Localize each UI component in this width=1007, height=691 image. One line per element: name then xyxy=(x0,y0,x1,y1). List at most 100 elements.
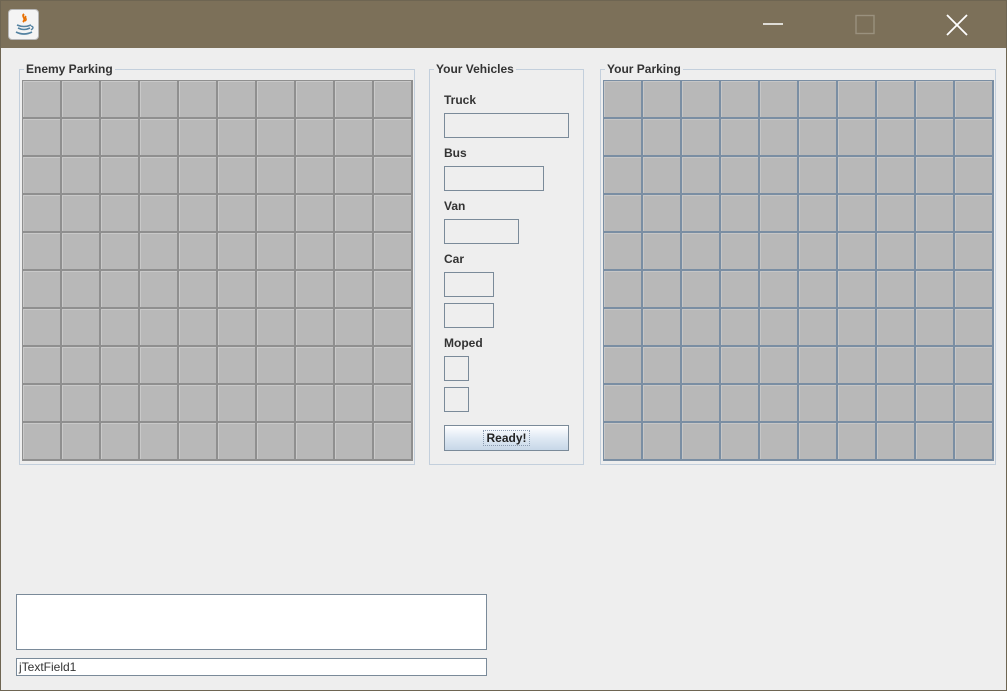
enemy-parking-cell[interactable] xyxy=(23,423,60,459)
your-parking-cell[interactable] xyxy=(877,423,914,459)
enemy-parking-cell[interactable] xyxy=(62,423,99,459)
your-parking-cell[interactable] xyxy=(682,233,719,269)
enemy-parking-cell[interactable] xyxy=(140,423,177,459)
bus-slot[interactable] xyxy=(444,166,544,191)
ready-button[interactable]: Ready! xyxy=(444,425,569,451)
enemy-parking-cell[interactable] xyxy=(140,81,177,117)
enemy-parking-cell[interactable] xyxy=(23,309,60,345)
your-parking-cell[interactable] xyxy=(955,423,992,459)
enemy-parking-cell[interactable] xyxy=(101,81,138,117)
enemy-parking-cell[interactable] xyxy=(296,81,333,117)
your-parking-cell[interactable] xyxy=(877,309,914,345)
your-parking-cell[interactable] xyxy=(799,195,836,231)
your-parking-cell[interactable] xyxy=(799,81,836,117)
enemy-parking-cell[interactable] xyxy=(179,271,216,307)
enemy-parking-cell[interactable] xyxy=(335,195,372,231)
enemy-parking-cell[interactable] xyxy=(62,119,99,155)
your-parking-cell[interactable] xyxy=(877,347,914,383)
your-parking-cell[interactable] xyxy=(604,81,641,117)
message-text-area[interactable] xyxy=(16,594,487,650)
enemy-parking-cell[interactable] xyxy=(374,309,411,345)
your-parking-cell[interactable] xyxy=(838,347,875,383)
enemy-parking-cell[interactable] xyxy=(101,119,138,155)
input-text-field[interactable]: jTextField1 xyxy=(16,658,487,676)
enemy-parking-cell[interactable] xyxy=(101,271,138,307)
your-parking-cell[interactable] xyxy=(760,347,797,383)
your-parking-cell[interactable] xyxy=(838,195,875,231)
enemy-parking-cell[interactable] xyxy=(335,271,372,307)
your-parking-cell[interactable] xyxy=(760,423,797,459)
your-parking-cell[interactable] xyxy=(799,119,836,155)
enemy-parking-cell[interactable] xyxy=(218,271,255,307)
enemy-parking-cell[interactable] xyxy=(23,81,60,117)
your-parking-cell[interactable] xyxy=(916,347,953,383)
your-parking-cell[interactable] xyxy=(916,195,953,231)
enemy-parking-cell[interactable] xyxy=(179,195,216,231)
your-parking-cell[interactable] xyxy=(721,423,758,459)
enemy-parking-cell[interactable] xyxy=(257,271,294,307)
enemy-parking-cell[interactable] xyxy=(179,347,216,383)
enemy-parking-cell[interactable] xyxy=(296,423,333,459)
enemy-parking-cell[interactable] xyxy=(179,119,216,155)
enemy-parking-cell[interactable] xyxy=(23,347,60,383)
your-parking-cell[interactable] xyxy=(682,81,719,117)
enemy-parking-cell[interactable] xyxy=(257,119,294,155)
your-parking-cell[interactable] xyxy=(682,347,719,383)
your-parking-cell[interactable] xyxy=(955,347,992,383)
your-parking-cell[interactable] xyxy=(643,81,680,117)
your-parking-cell[interactable] xyxy=(955,157,992,193)
enemy-parking-cell[interactable] xyxy=(296,195,333,231)
truck-slot[interactable] xyxy=(444,113,569,138)
enemy-parking-cell[interactable] xyxy=(101,423,138,459)
enemy-parking-cell[interactable] xyxy=(374,119,411,155)
enemy-parking-cell[interactable] xyxy=(296,119,333,155)
enemy-parking-cell[interactable] xyxy=(374,81,411,117)
your-parking-cell[interactable] xyxy=(916,385,953,421)
your-parking-cell[interactable] xyxy=(604,423,641,459)
maximize-button[interactable] xyxy=(842,1,888,48)
enemy-parking-cell[interactable] xyxy=(374,347,411,383)
moped-slot-1[interactable] xyxy=(444,356,469,381)
enemy-parking-cell[interactable] xyxy=(296,271,333,307)
your-parking-cell[interactable] xyxy=(916,423,953,459)
your-parking-cell[interactable] xyxy=(955,195,992,231)
enemy-parking-cell[interactable] xyxy=(101,157,138,193)
your-parking-cell[interactable] xyxy=(877,81,914,117)
your-parking-cell[interactable] xyxy=(604,271,641,307)
your-parking-cell[interactable] xyxy=(604,157,641,193)
enemy-parking-cell[interactable] xyxy=(179,309,216,345)
your-parking-cell[interactable] xyxy=(643,347,680,383)
enemy-parking-cell[interactable] xyxy=(257,309,294,345)
your-parking-cell[interactable] xyxy=(760,271,797,307)
enemy-parking-cell[interactable] xyxy=(335,157,372,193)
enemy-parking-cell[interactable] xyxy=(335,423,372,459)
enemy-parking-cell[interactable] xyxy=(179,423,216,459)
your-parking-cell[interactable] xyxy=(838,233,875,269)
your-parking-cell[interactable] xyxy=(760,119,797,155)
your-parking-cell[interactable] xyxy=(916,271,953,307)
enemy-parking-cell[interactable] xyxy=(62,271,99,307)
your-parking-cell[interactable] xyxy=(604,119,641,155)
your-parking-cell[interactable] xyxy=(643,423,680,459)
your-parking-cell[interactable] xyxy=(721,81,758,117)
your-parking-cell[interactable] xyxy=(955,385,992,421)
enemy-parking-cell[interactable] xyxy=(179,157,216,193)
enemy-parking-cell[interactable] xyxy=(62,195,99,231)
enemy-parking-cell[interactable] xyxy=(101,195,138,231)
your-parking-cell[interactable] xyxy=(799,347,836,383)
your-parking-cell[interactable] xyxy=(721,233,758,269)
your-parking-cell[interactable] xyxy=(916,233,953,269)
enemy-parking-cell[interactable] xyxy=(257,233,294,269)
enemy-parking-cell[interactable] xyxy=(296,385,333,421)
enemy-parking-cell[interactable] xyxy=(335,81,372,117)
enemy-parking-cell[interactable] xyxy=(62,309,99,345)
your-parking-cell[interactable] xyxy=(760,385,797,421)
enemy-parking-cell[interactable] xyxy=(23,233,60,269)
enemy-parking-cell[interactable] xyxy=(257,195,294,231)
your-parking-cell[interactable] xyxy=(760,233,797,269)
your-parking-cell[interactable] xyxy=(760,81,797,117)
enemy-parking-cell[interactable] xyxy=(296,157,333,193)
enemy-parking-cell[interactable] xyxy=(218,309,255,345)
enemy-parking-cell[interactable] xyxy=(374,385,411,421)
enemy-parking-cell[interactable] xyxy=(23,271,60,307)
